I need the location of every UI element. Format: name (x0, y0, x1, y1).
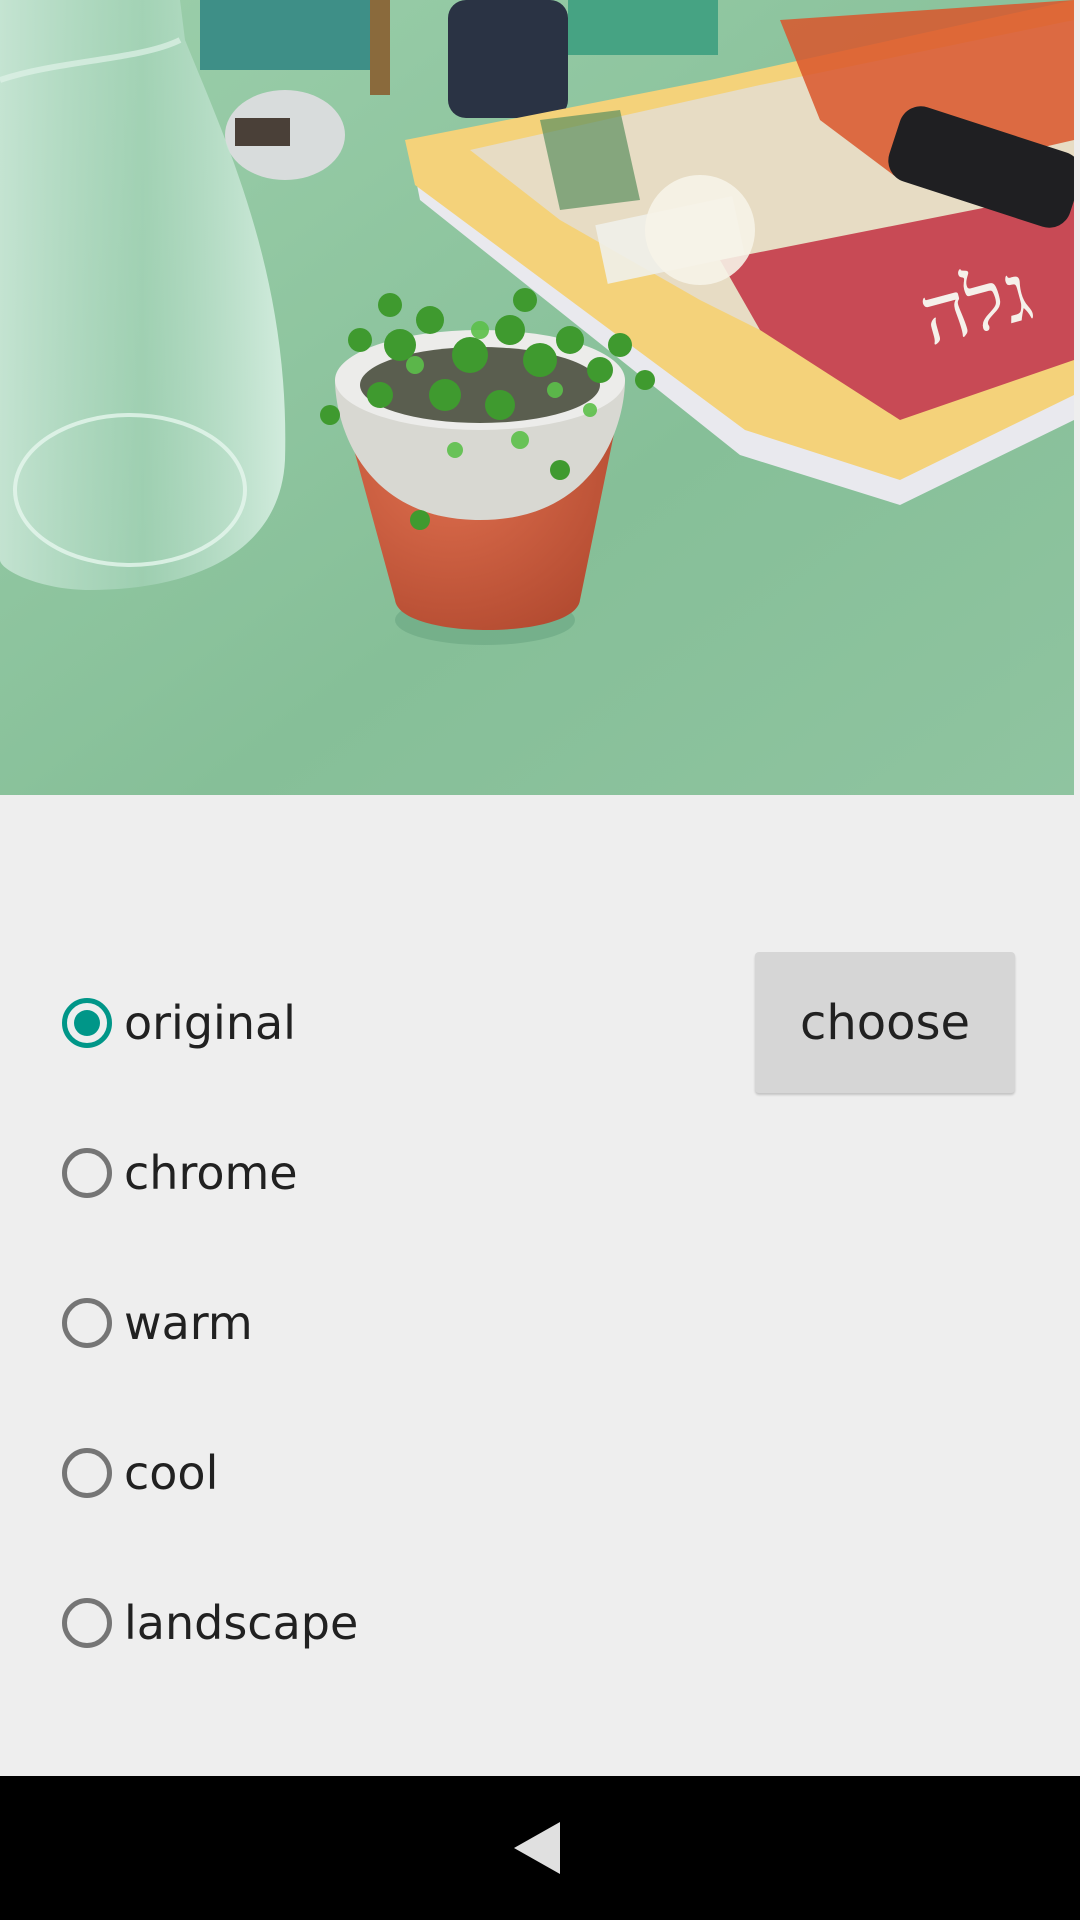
choose-button[interactable]: choose (755, 952, 1015, 1093)
filter-option-original[interactable]: original (62, 983, 296, 1063)
filter-label-warm: warm (124, 1296, 253, 1350)
back-triangle-icon[interactable] (500, 1808, 580, 1888)
filter-option-chrome[interactable]: chrome (62, 1133, 298, 1213)
radio-checked-icon[interactable] (62, 998, 112, 1048)
radio-unchecked-icon[interactable] (62, 1298, 112, 1348)
radio-unchecked-icon[interactable] (62, 1148, 112, 1198)
radio-unchecked-icon[interactable] (62, 1598, 112, 1648)
filter-option-landscape[interactable]: landscape (62, 1583, 358, 1663)
filter-label-landscape: landscape (124, 1596, 359, 1650)
filter-option-cool[interactable]: cool (62, 1433, 218, 1513)
navigation-bar (0, 1776, 1080, 1920)
filter-option-warm[interactable]: warm (62, 1283, 253, 1363)
photo-preview-image: גלה (0, 0, 1074, 795)
radio-unchecked-icon[interactable] (62, 1448, 112, 1498)
filter-label-chrome: chrome (124, 1146, 298, 1200)
photo-preview: גלה (0, 0, 1074, 795)
filter-label-cool: cool (124, 1446, 219, 1500)
preview-edge (1074, 0, 1080, 795)
filter-label-original: original (124, 996, 296, 1050)
